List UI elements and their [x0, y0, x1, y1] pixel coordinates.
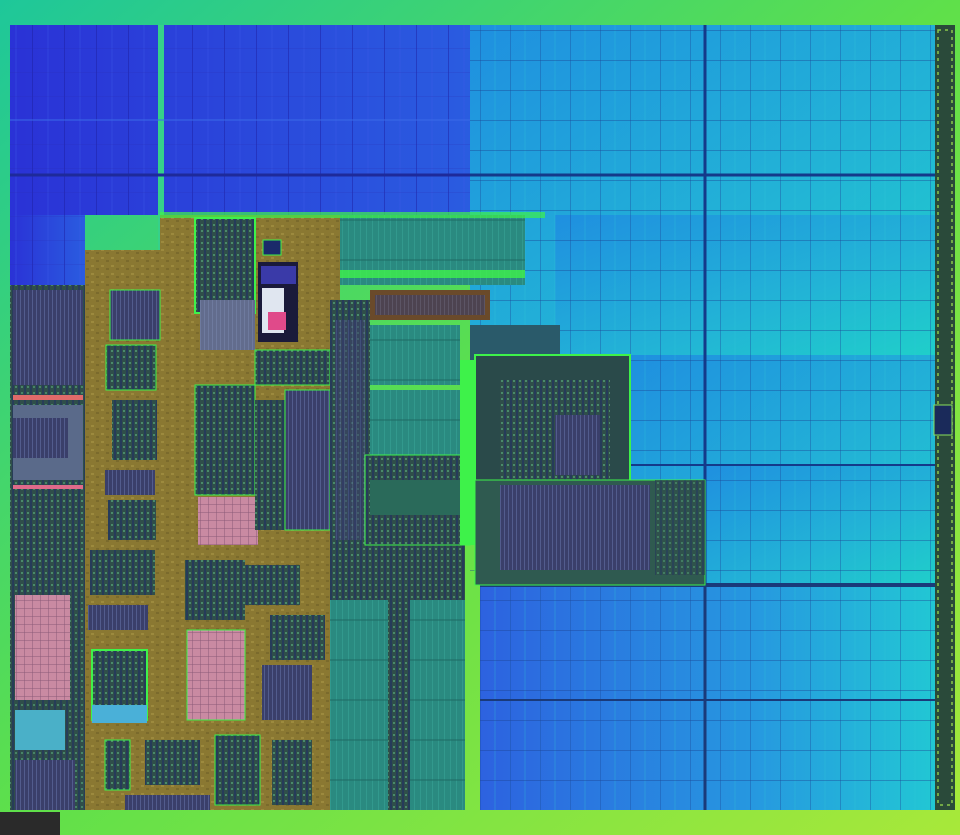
- die-photo: [0, 0, 960, 835]
- bus-band: [160, 212, 545, 218]
- die-edge-dark: [0, 812, 60, 835]
- cache-array-bottom-right: [480, 583, 935, 810]
- io-pad-column: [933, 25, 955, 810]
